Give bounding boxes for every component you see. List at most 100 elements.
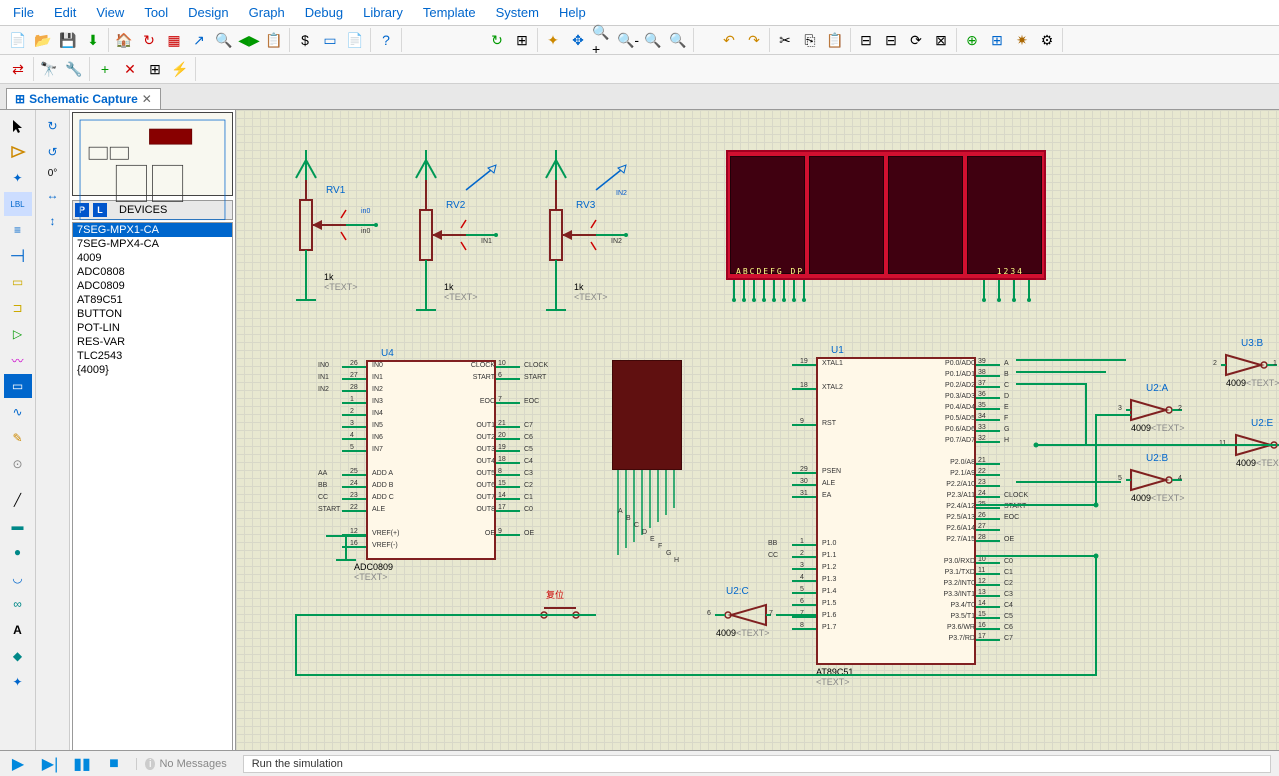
menu-debug[interactable]: Debug: [297, 2, 351, 23]
preview-window[interactable]: [72, 112, 233, 196]
menu-help[interactable]: Help: [551, 2, 594, 23]
gate-u2b[interactable]: U2:B 54 4009 <TEXT>: [1126, 465, 1186, 495]
gate-u2c[interactable]: U2:C 67 4009 <TEXT>: [711, 600, 771, 630]
text-tool[interactable]: ≡: [4, 218, 32, 242]
terminal-tool[interactable]: ⊐: [4, 296, 32, 320]
menu-library[interactable]: Library: [355, 2, 411, 23]
graph-tool[interactable]: 〰: [4, 348, 32, 372]
zoom-out-button[interactable]: 🔍-: [616, 28, 640, 52]
list-item[interactable]: AT89C51: [73, 293, 232, 307]
list-item[interactable]: BUTTON: [73, 307, 232, 321]
component-7seg-display[interactable]: ABCDEFG DP 1234: [726, 150, 1046, 280]
subcircuit-tool[interactable]: ▭: [4, 270, 32, 294]
doc-button[interactable]: 📄: [343, 28, 367, 52]
chip-button[interactable]: ▦: [162, 28, 186, 52]
path-tool[interactable]: ∞: [4, 592, 32, 616]
list-item[interactable]: {4009}: [73, 363, 232, 377]
redo-button[interactable]: ↷: [742, 28, 766, 52]
box-tool[interactable]: ▬: [4, 514, 32, 538]
undo-button[interactable]: ↶: [717, 28, 741, 52]
goto-button[interactable]: ↗: [187, 28, 211, 52]
binoculars-button[interactable]: 🔭: [37, 57, 61, 81]
copy-button[interactable]: ⎘: [798, 28, 822, 52]
list-item[interactable]: ADC0809: [73, 279, 232, 293]
play-button[interactable]: ▶: [4, 754, 32, 774]
list-item[interactable]: POT-LIN: [73, 321, 232, 335]
zoom-all-button[interactable]: 🔍: [641, 28, 665, 52]
label-tool[interactable]: LBL: [4, 192, 32, 216]
zoom-rect-button[interactable]: 🔍: [212, 28, 236, 52]
component-rv1[interactable]: RV1 in0 in0 1k <TEXT>: [286, 150, 386, 320]
pick-button[interactable]: ⊕: [960, 28, 984, 52]
paste-button[interactable]: 📋: [823, 28, 847, 52]
open-file-button[interactable]: 📂: [31, 28, 55, 52]
grid-button[interactable]: ⊞: [510, 28, 534, 52]
selection-tool[interactable]: [4, 114, 32, 138]
text2-tool[interactable]: A: [4, 618, 32, 642]
tape-tool[interactable]: ▭: [4, 374, 32, 398]
canvas-area[interactable]: RV1 in0 in0 1k <TEXT> RV2 IN1 1k <TEXT> …: [236, 110, 1279, 766]
bus-tool[interactable]: ⊣: [4, 244, 32, 268]
save-button[interactable]: 💾: [56, 28, 80, 52]
cut-button[interactable]: ✂: [773, 28, 797, 52]
block-delete-button[interactable]: ⊠: [929, 28, 953, 52]
menu-view[interactable]: View: [88, 2, 132, 23]
compile-button[interactable]: ⚙: [1035, 28, 1059, 52]
gate-u2e[interactable]: U2:E 1112 4009 <TEXT>: [1231, 430, 1279, 460]
block-rotate-button[interactable]: ⟳: [904, 28, 928, 52]
schematic-canvas[interactable]: RV1 in0 in0 1k <TEXT> RV2 IN1 1k <TEXT> …: [236, 110, 1279, 766]
wire-button[interactable]: ⚡: [168, 57, 192, 81]
origin-button[interactable]: ✦: [541, 28, 565, 52]
component-tool[interactable]: [4, 140, 32, 164]
refresh-button[interactable]: ↻: [137, 28, 161, 52]
new-file-button[interactable]: 📄: [6, 28, 30, 52]
instrument-tool[interactable]: ⊙: [4, 452, 32, 476]
rotate-cw-button[interactable]: ↻: [39, 114, 67, 138]
menu-design[interactable]: Design: [180, 2, 236, 23]
bom-button[interactable]: $: [293, 28, 317, 52]
add-button[interactable]: +: [93, 57, 117, 81]
import-button[interactable]: ⬇: [81, 28, 105, 52]
circle-tool[interactable]: ●: [4, 540, 32, 564]
block-copy-button[interactable]: ⊟: [854, 28, 878, 52]
component-rv2[interactable]: RV2 IN1 1k <TEXT>: [406, 150, 506, 320]
arc-tool[interactable]: ◡: [4, 566, 32, 590]
component-rv3[interactable]: RV3 IN2 IN2 1k <TEXT>: [536, 150, 636, 320]
rotate-ccw-button[interactable]: ↺: [39, 140, 67, 164]
component-reset-button[interactable]: 复位: [536, 600, 596, 625]
decompose-button[interactable]: ✷: [1010, 28, 1034, 52]
step-button[interactable]: ▶|: [36, 754, 64, 774]
list-item[interactable]: 7SEG-MPX4-CA: [73, 237, 232, 251]
flip-v-button[interactable]: ↕: [39, 209, 67, 233]
menu-file[interactable]: File: [5, 2, 42, 23]
line-tool[interactable]: ╱: [4, 488, 32, 512]
list-item[interactable]: RES-VAR: [73, 335, 232, 349]
block-move-button[interactable]: ⊟: [879, 28, 903, 52]
menu-graph[interactable]: Graph: [241, 2, 293, 23]
menu-template[interactable]: Template: [415, 2, 484, 23]
list-item[interactable]: 4009: [73, 251, 232, 265]
tab-close-button[interactable]: ✕: [142, 92, 152, 106]
symbol-tool[interactable]: ◆: [4, 644, 32, 668]
messages-indicator[interactable]: iNo Messages: [136, 758, 235, 770]
list-item[interactable]: 7SEG-MPX1-CA: [73, 223, 232, 237]
junction-tool[interactable]: ✦: [4, 166, 32, 190]
menu-tool[interactable]: Tool: [136, 2, 176, 23]
menu-edit[interactable]: Edit: [46, 2, 84, 23]
list-item[interactable]: TLC2543: [73, 349, 232, 363]
help-button[interactable]: ?: [374, 28, 398, 52]
gate-u2a[interactable]: U2:A 32 4009 <TEXT>: [1126, 395, 1186, 425]
pan-button[interactable]: ✥: [566, 28, 590, 52]
tab-schematic[interactable]: ⊞ Schematic Capture ✕: [6, 88, 161, 109]
swap-button[interactable]: ⇄: [6, 57, 30, 81]
align-button[interactable]: ⊞: [143, 57, 167, 81]
flip-h-button[interactable]: ↔: [39, 183, 67, 207]
note-button[interactable]: 📋: [262, 28, 286, 52]
stop-button[interactable]: ■: [100, 754, 128, 774]
probe-tool[interactable]: ✎: [4, 426, 32, 450]
marker-tool[interactable]: ✦: [4, 670, 32, 694]
list-item[interactable]: ADC0808: [73, 265, 232, 279]
arrow-button[interactable]: ◀▶: [237, 28, 261, 52]
home-button[interactable]: 🏠: [112, 28, 136, 52]
pin-tool[interactable]: ▷: [4, 322, 32, 346]
